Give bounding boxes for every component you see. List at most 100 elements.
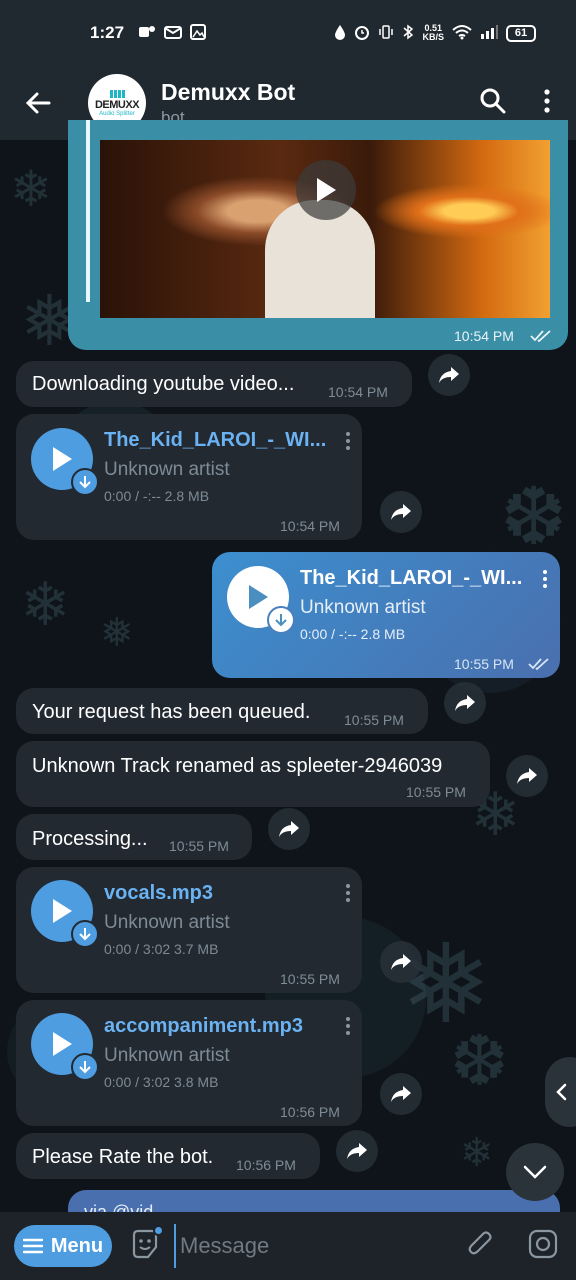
- audio-artist: Unknown artist: [104, 459, 230, 480]
- snowflake-icon: ❄: [460, 1130, 494, 1176]
- audio-title: accompaniment.mp3: [104, 1015, 303, 1037]
- status-bar: 1:27 0.51 KB/S 61: [0, 0, 576, 66]
- message-time: 10:55 PM: [344, 712, 404, 728]
- avatar-logo-subtext: Audio Splitter: [99, 110, 135, 117]
- network-speed: 0.51 KB/S: [422, 24, 444, 42]
- sticker-icon[interactable]: [130, 1224, 164, 1264]
- video-message[interactable]: 10:54 PM: [68, 120, 568, 350]
- message-time: 10:54 PM: [328, 384, 388, 400]
- video-play-icon[interactable]: [296, 160, 356, 220]
- audio-meta: 0:00 / -:-- 2.8 MB: [300, 626, 406, 642]
- audio-menu-icon[interactable]: [346, 884, 352, 902]
- forward-button[interactable]: [380, 491, 422, 533]
- read-checks-icon: [528, 657, 550, 676]
- menu-label: Menu: [50, 1234, 104, 1257]
- message-bubble[interactable]: Downloading youtube video... 10:54 PM: [16, 361, 412, 407]
- audio-title: The_Kid_LAROI_-_WI...: [300, 567, 523, 589]
- forward-button[interactable]: [380, 1073, 422, 1115]
- message-bubble[interactable]: Processing... 10:55 PM: [16, 814, 252, 860]
- chat-title: Demuxx Bot: [161, 78, 296, 105]
- play-button[interactable]: [31, 1013, 99, 1081]
- message-bubble[interactable]: Please Rate the bot. 10:56 PM: [16, 1133, 320, 1179]
- forward-button[interactable]: [268, 808, 310, 850]
- message-text: Processing...: [32, 828, 148, 850]
- teams-icon: [138, 24, 156, 43]
- message-text: Your request has been queued.: [32, 701, 311, 723]
- message-text: Unknown Track renamed as spleeter-294603…: [32, 755, 443, 777]
- message-bubble[interactable]: Your request has been queued. 10:55 PM: [16, 688, 428, 734]
- reply-bar: [86, 120, 90, 302]
- audio-meta: 0:00 / -:-- 2.8 MB: [104, 488, 210, 504]
- message-text: Please Rate the bot.: [32, 1146, 214, 1168]
- camera-icon[interactable]: [528, 1229, 558, 1264]
- snowflake-icon: ❄: [10, 160, 52, 218]
- snowflake-icon: ❆: [500, 470, 568, 563]
- menu-icon: [22, 1238, 43, 1254]
- message-input[interactable]: [174, 1224, 468, 1268]
- audio-artist: Unknown artist: [104, 912, 230, 933]
- audio-artist: Unknown artist: [300, 597, 426, 618]
- message-time: 10:54 PM: [454, 328, 514, 344]
- snowflake-icon: ❅: [100, 610, 134, 656]
- attach-icon[interactable]: [468, 1229, 494, 1264]
- water-drop-icon: [334, 24, 346, 43]
- forward-button[interactable]: [336, 1130, 378, 1172]
- forward-button[interactable]: [506, 755, 548, 797]
- search-icon[interactable]: [480, 88, 506, 119]
- alarm-icon: [354, 24, 370, 43]
- audio-message[interactable]: accompaniment.mp3 Unknown artist 0:00 / …: [16, 1000, 362, 1126]
- message-time: 10:56 PM: [280, 1104, 340, 1120]
- download-icon[interactable]: [71, 1053, 99, 1081]
- system-icons: 0.51 KB/S 61: [334, 24, 536, 43]
- back-arrow-icon[interactable]: [0, 91, 76, 115]
- message-time: 10:55 PM: [454, 656, 514, 672]
- vibrate-icon: [378, 24, 394, 43]
- more-options-icon[interactable]: [544, 88, 550, 118]
- audio-menu-icon[interactable]: [346, 432, 352, 450]
- snowflake-icon: ❆: [450, 1020, 509, 1102]
- message-time: 10:56 PM: [236, 1157, 296, 1173]
- video-thumbnail[interactable]: [100, 140, 550, 318]
- message-time: 10:55 PM: [406, 784, 466, 800]
- battery-indicator: 61: [506, 24, 536, 42]
- signal-icon: [480, 24, 498, 43]
- side-panel-button[interactable]: [545, 1057, 576, 1127]
- message-bubble[interactable]: Unknown Track renamed as spleeter-294603…: [16, 741, 490, 807]
- audio-menu-icon[interactable]: [346, 1017, 352, 1035]
- audio-meta: 0:00 / 3:02 3.7 MB: [104, 941, 219, 957]
- play-button[interactable]: [227, 566, 295, 634]
- audio-title: The_Kid_LAROI_-_WI...: [104, 429, 327, 451]
- bluetooth-icon: [402, 24, 414, 43]
- notification-icons: [138, 23, 207, 43]
- net-speed-unit: KB/S: [422, 32, 444, 42]
- wifi-icon: [452, 24, 472, 43]
- audio-message[interactable]: The_Kid_LAROI_-_WI... Unknown artist 0:0…: [16, 414, 362, 540]
- status-time: 1:27: [90, 23, 125, 42]
- audio-title: vocals.mp3: [104, 882, 213, 904]
- audio-message[interactable]: The_Kid_LAROI_-_WI... Unknown artist 0:0…: [212, 552, 560, 678]
- sticker-badge: [153, 1224, 164, 1236]
- download-icon[interactable]: [267, 606, 295, 634]
- message-time: 10:55 PM: [169, 838, 229, 854]
- download-icon[interactable]: [71, 468, 99, 496]
- audio-artist: Unknown artist: [104, 1045, 230, 1066]
- snowflake-icon: ❄: [20, 570, 71, 640]
- play-button[interactable]: [31, 428, 99, 496]
- forward-button[interactable]: [444, 682, 486, 724]
- audio-menu-icon[interactable]: [543, 570, 549, 588]
- read-checks-icon: [530, 329, 552, 348]
- message-time: 10:55 PM: [280, 971, 340, 987]
- scroll-to-bottom-button[interactable]: [506, 1143, 564, 1201]
- download-icon[interactable]: [71, 920, 99, 948]
- bot-menu-button[interactable]: Menu: [14, 1225, 112, 1267]
- play-button[interactable]: [31, 880, 99, 948]
- message-composer: Menu: [0, 1212, 576, 1280]
- logo-bars-icon: [109, 89, 125, 98]
- forward-button[interactable]: [428, 354, 470, 396]
- forward-button[interactable]: [380, 941, 422, 983]
- message-time: 10:54 PM: [280, 518, 340, 534]
- audio-message[interactable]: vocals.mp3 Unknown artist 0:00 / 3:02 3.…: [16, 867, 362, 993]
- gallery-icon: [190, 23, 207, 43]
- message-text: Downloading youtube video...: [32, 373, 295, 395]
- audio-meta: 0:00 / 3:02 3.8 MB: [104, 1074, 219, 1090]
